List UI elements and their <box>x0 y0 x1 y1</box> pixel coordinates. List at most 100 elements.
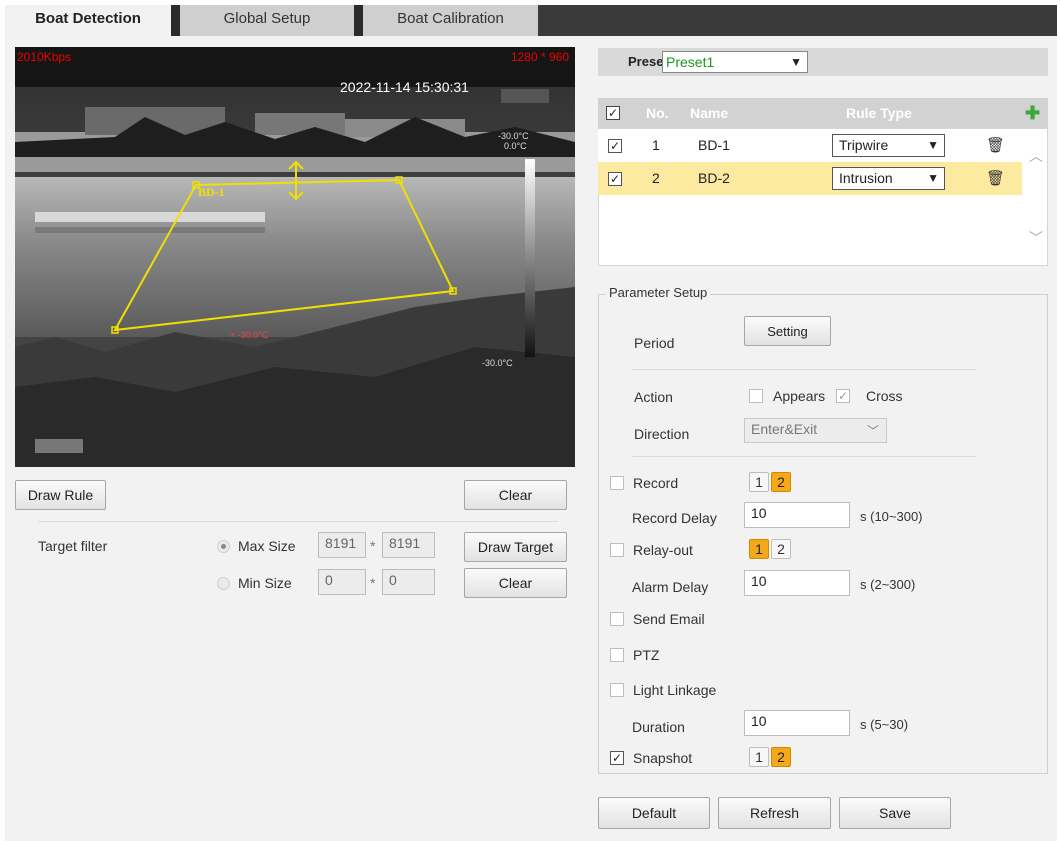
relay-channel-2[interactable]: 2 <box>771 539 791 559</box>
appears-checkbox[interactable] <box>749 389 763 403</box>
record-channel-1[interactable]: 1 <box>749 472 769 492</box>
max-height-input[interactable]: 8191 <box>382 532 435 558</box>
duration-input[interactable]: 10 <box>744 710 850 736</box>
save-button[interactable]: Save <box>839 797 951 829</box>
row-name: BD-1 <box>698 137 730 153</box>
cross-label: Cross <box>866 388 903 404</box>
max-width-input[interactable]: 8191 <box>318 532 366 558</box>
appears-label: Appears <box>773 388 826 404</box>
max-size-radio[interactable] <box>217 540 230 553</box>
chevron-down-icon: ▼ <box>790 55 802 69</box>
timestamp-osd: 2022-11-14 15:30:31 <box>340 79 469 95</box>
alarm-delay-input[interactable]: 10 <box>744 570 850 596</box>
temp-bottom-osd: -30.0°C <box>482 358 513 368</box>
table-row[interactable]: ✓ 2 BD-2 Intrusion ▼ 🗑 <box>598 162 1022 195</box>
tab-divider <box>171 5 180 36</box>
direction-select[interactable]: Enter&Exit ﹀ <box>744 418 887 443</box>
col-rule-type: Rule Type <box>846 105 912 121</box>
times-sign: * <box>370 538 376 554</box>
rule-table-header: ✓ No. Name Rule Type ✚ <box>598 98 1048 128</box>
snapshot-channel-1[interactable]: 1 <box>749 747 769 767</box>
action-label: Action <box>634 389 673 405</box>
row-no: 2 <box>652 170 660 186</box>
send-email-label: Send Email <box>633 611 705 627</box>
select-all-checkbox[interactable]: ✓ <box>606 106 620 120</box>
duration-label: Duration <box>632 719 685 735</box>
relay-out-checkbox[interactable] <box>610 543 624 557</box>
chevron-down-icon: ▼ <box>927 138 939 152</box>
draw-rule-button[interactable]: Draw Rule <box>15 480 106 510</box>
table-row[interactable]: ✓ 1 BD-1 Tripwire ▼ 🗑 <box>598 129 1022 162</box>
snapshot-checkbox[interactable]: ✓ <box>610 751 624 765</box>
relay-out-label: Relay-out <box>633 542 693 558</box>
period-label: Period <box>634 335 675 351</box>
tab-boat-calibration[interactable]: Boat Calibration <box>363 5 538 36</box>
tab-boat-detection[interactable]: Boat Detection <box>5 5 171 36</box>
ptz-label: PTZ <box>633 647 660 663</box>
divider <box>632 456 976 457</box>
add-rule-icon[interactable]: ✚ <box>1025 103 1040 123</box>
scroll-down-icon[interactable]: ﹀ <box>1029 228 1043 248</box>
clear-rule-button[interactable]: Clear <box>464 480 567 510</box>
chevron-down-icon: ▼ <box>927 171 939 185</box>
record-checkbox[interactable] <box>610 476 624 490</box>
record-label: Record <box>633 475 679 491</box>
delete-icon[interactable]: 🗑 <box>986 136 1005 154</box>
alarm-delay-range: s (2~300) <box>860 577 916 592</box>
tab-global-setup[interactable]: Global Setup <box>180 5 354 36</box>
resolution-osd: 1280 * 960 <box>510 50 569 64</box>
temp-top-osd: -30.0°C <box>498 131 529 141</box>
parameter-setup-legend: Parameter Setup <box>606 285 711 300</box>
rule-type-select[interactable]: Tripwire ▼ <box>832 134 945 157</box>
preset-value: Preset1 <box>666 54 715 70</box>
rule-type-select[interactable]: Intrusion ▼ <box>832 167 945 190</box>
rule-type-value: Tripwire <box>839 137 889 153</box>
clear-target-button[interactable]: Clear <box>464 568 567 598</box>
record-delay-label: Record Delay <box>632 510 717 526</box>
live-video[interactable]: 2010Kbps 1280 * 960 2022-11-14 15:30:31 … <box>15 47 575 467</box>
max-size-label: Max Size <box>238 538 296 554</box>
default-button[interactable]: Default <box>598 797 710 829</box>
light-linkage-checkbox[interactable] <box>610 683 624 697</box>
record-channel-2[interactable]: 2 <box>771 472 791 492</box>
min-height-input[interactable]: 0 <box>382 569 435 595</box>
duration-range: s (5~30) <box>860 717 909 732</box>
target-temp-value: -30.0°C <box>237 330 269 340</box>
divider <box>38 521 558 522</box>
temp-top2-osd: 0.0°C <box>504 141 527 151</box>
target-temp-marker: + -30.0°C <box>230 330 269 340</box>
relay-channel-1[interactable]: 1 <box>749 539 769 559</box>
scroll-up-icon[interactable]: ︿ <box>1029 146 1043 166</box>
rule-label-osd: BD-1 <box>198 185 225 199</box>
thermal-scene <box>15 47 575 467</box>
times-sign: * <box>370 575 376 591</box>
alarm-delay-label: Alarm Delay <box>632 579 709 595</box>
row-no: 1 <box>652 137 660 153</box>
preset-select[interactable]: Preset1 ▼ <box>662 51 808 73</box>
target-filter-label: Target filter <box>38 538 108 554</box>
period-setting-button[interactable]: Setting <box>744 316 831 346</box>
rule-type-value: Intrusion <box>839 170 893 186</box>
light-linkage-label: Light Linkage <box>633 682 717 698</box>
parameter-setup-panel <box>598 294 1048 774</box>
send-email-checkbox[interactable] <box>610 612 624 626</box>
refresh-button[interactable]: Refresh <box>718 797 831 829</box>
record-delay-range: s (10~300) <box>860 509 923 524</box>
cross-checkbox[interactable]: ✓ <box>836 389 850 403</box>
delete-icon[interactable]: 🗑 <box>986 169 1005 187</box>
divider <box>632 369 976 370</box>
row-checkbox[interactable]: ✓ <box>608 172 622 186</box>
ptz-checkbox[interactable] <box>610 648 624 662</box>
record-delay-input[interactable]: 10 <box>744 502 850 528</box>
row-checkbox[interactable]: ✓ <box>608 139 622 153</box>
draw-target-button[interactable]: Draw Target <box>464 532 567 562</box>
min-size-radio[interactable] <box>217 577 230 590</box>
snapshot-channel-2[interactable]: 2 <box>771 747 791 767</box>
bitrate-osd: 2010Kbps <box>17 50 72 64</box>
min-size-label: Min Size <box>238 575 292 591</box>
min-width-input[interactable]: 0 <box>318 569 366 595</box>
snapshot-label: Snapshot <box>633 750 693 766</box>
direction-label: Direction <box>634 426 690 442</box>
col-no: No. <box>646 105 669 121</box>
direction-value: Enter&Exit <box>751 421 818 437</box>
